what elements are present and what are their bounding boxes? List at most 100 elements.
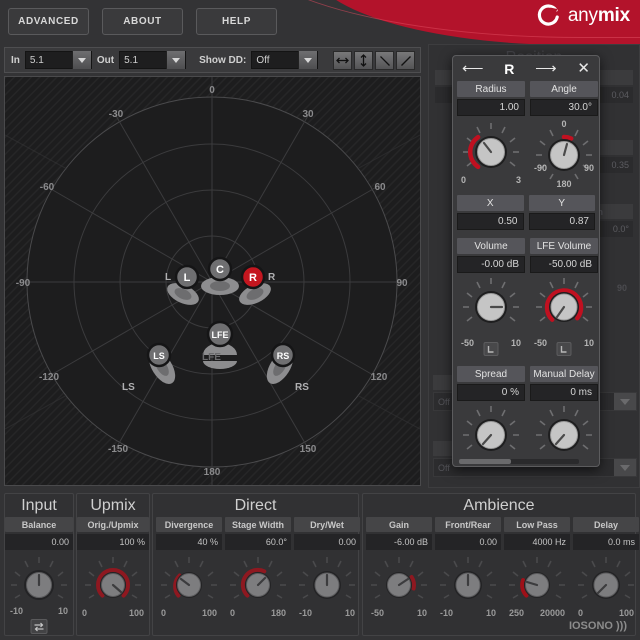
param-orig-upmix-knob[interactable]: 0 100: [77, 554, 149, 626]
speaker-handle-LS: LS: [148, 344, 170, 366]
param-dry-wet-knob[interactable]: -10 10: [294, 554, 360, 626]
advanced-button[interactable]: ADVANCED: [8, 8, 89, 35]
swap-icon[interactable]: [31, 619, 48, 634]
speaker-handle-RS: RS: [272, 344, 294, 366]
tick-150: 150: [300, 444, 317, 455]
group-input: Input Balance 0.00: [4, 493, 74, 636]
param-x-label: X: [457, 195, 524, 211]
param-x-value[interactable]: 0.50: [457, 213, 524, 230]
diagonal-up-arrow-icon[interactable]: [396, 51, 415, 70]
tick-minus120: -120: [39, 372, 59, 383]
param-front-rear-knob[interactable]: -10 10: [435, 554, 501, 626]
tick-120: 120: [371, 372, 388, 383]
svg-text:RS: RS: [277, 351, 290, 361]
show-dd-select[interactable]: Off: [251, 51, 318, 69]
top-button-bar: ADVANCED ABOUT HELP: [8, 8, 277, 35]
param-stage-width-value[interactable]: 60.0°: [225, 534, 291, 550]
param-spread: Spread 0 %: [457, 366, 525, 467]
param-balance-label: Balance: [5, 517, 73, 532]
param-lfe-volume-value[interactable]: -50.00 dB: [530, 256, 598, 273]
output-format-select[interactable]: 5.1: [119, 51, 186, 69]
diagonal-down-arrow-icon[interactable]: [375, 51, 394, 70]
speaker-caption-LS: LS: [122, 382, 135, 393]
param-manual-delay-knob[interactable]: 0 250: [530, 402, 598, 467]
param-radius-value[interactable]: 1.00: [457, 99, 525, 116]
param-spread-value[interactable]: 0 %: [457, 384, 525, 401]
param-y-value[interactable]: 0.87: [529, 213, 596, 230]
radial-plot[interactable]: 0 -30 30 -60 60 -90 90 -120 120 -150 150…: [5, 77, 420, 485]
chevron-down-icon: [614, 393, 636, 410]
param-divergence-value[interactable]: 40 %: [156, 534, 222, 550]
param-stage-width-max: 180: [271, 608, 286, 618]
chevron-down-icon[interactable]: [298, 51, 317, 69]
about-button[interactable]: ABOUT: [102, 8, 183, 35]
param-lfe-volume-knob[interactable]: -50 10: [530, 274, 598, 350]
param-orig-upmix-value[interactable]: 100 %: [77, 534, 149, 550]
param-low-pass-value[interactable]: 4000 Hz: [504, 534, 570, 550]
param-spread-range: 0 100: [457, 466, 525, 467]
param-lfe-volume-link-button[interactable]: [557, 342, 572, 356]
svg-text:LFE: LFE: [212, 330, 229, 340]
param-divergence-knob[interactable]: 0 100: [156, 554, 222, 626]
svg-text:LS: LS: [153, 351, 165, 361]
param-spread-max: 100: [506, 466, 521, 467]
param-spread-knob[interactable]: 0 100: [457, 402, 525, 467]
param-angle-value[interactable]: 30.0°: [530, 99, 598, 116]
param-dry-wet-label: Dry/Wet: [294, 517, 360, 532]
param-dry-wet-max: 10: [345, 608, 355, 618]
param-stage-width-knob[interactable]: 0 180: [225, 554, 291, 626]
param-stage-width-range: 0 180: [225, 608, 291, 618]
param-low-pass-range: 250 20000: [504, 608, 570, 618]
arrow-left-icon[interactable]: ⟵: [462, 61, 484, 76]
param-volume-link-button[interactable]: [484, 342, 499, 356]
param-radius-knob[interactable]: 0 3: [457, 117, 525, 193]
param-delay-value[interactable]: 0.0 ms: [573, 534, 639, 550]
tick-minus60: -60: [40, 182, 55, 193]
arrow-right-icon[interactable]: ⟶: [535, 61, 557, 76]
param-manual-delay-range: 0 250: [530, 466, 598, 467]
param-divergence-max: 100: [202, 608, 217, 618]
input-format-value: 5.1: [26, 55, 72, 66]
param-stage-width-label: Stage Width: [225, 517, 291, 532]
horizontal-arrow-icon[interactable]: [333, 51, 352, 70]
tick-0: 0: [209, 85, 215, 96]
param-gain-value[interactable]: -6.00 dB: [366, 534, 432, 550]
dialog-scrollbar[interactable]: [459, 459, 579, 464]
group-ambience-title: Ambience: [363, 494, 635, 517]
tick-minus30: -30: [109, 109, 124, 120]
param-front-rear-max: 10: [486, 608, 496, 618]
param-orig-upmix: Orig./Upmix 100 %: [77, 517, 149, 635]
param-balance-knob[interactable]: -10 10: [5, 554, 73, 626]
param-front-rear-range: -10 10: [435, 608, 501, 618]
speaker-parameter-dialog[interactable]: ⟵ R ⟶ ✕ Radius 1.00: [452, 55, 600, 467]
param-divergence-range: 0 100: [156, 608, 222, 618]
param-angle-knob[interactable]: 0: [530, 117, 598, 193]
param-gain-knob[interactable]: -50 10: [366, 554, 432, 626]
param-manual-delay-value[interactable]: 0 ms: [530, 384, 598, 401]
help-button[interactable]: HELP: [196, 8, 277, 35]
chevron-down-icon[interactable]: [166, 51, 185, 69]
param-front-rear-value[interactable]: 0.00: [435, 534, 501, 550]
bottom-control-panel: Input Balance 0.00: [0, 489, 640, 640]
param-balance-max: 10: [58, 606, 68, 616]
speaker-layout-radial-view[interactable]: 0 -30 30 -60 60 -90 90 -120 120 -150 150…: [4, 76, 421, 486]
param-delay-knob[interactable]: 0 100: [573, 554, 639, 626]
group-direct: Direct Divergence 40 %: [152, 493, 359, 636]
param-volume-knob[interactable]: -50 10: [457, 274, 525, 350]
anymix-logo: anymix: [537, 4, 630, 28]
param-low-pass-knob[interactable]: 250 20000: [504, 554, 570, 626]
chevron-down-icon: [614, 459, 636, 476]
param-volume-value[interactable]: -0.00 dB: [457, 256, 525, 273]
close-icon[interactable]: ✕: [577, 61, 590, 76]
chevron-down-icon[interactable]: [72, 51, 91, 69]
param-y-label: Y: [529, 195, 596, 211]
input-format-select[interactable]: 5.1: [25, 51, 92, 69]
param-balance-value[interactable]: 0.00: [5, 534, 73, 550]
output-format-label: Out: [97, 55, 114, 66]
param-delay-label: Delay: [573, 517, 639, 532]
tick-90: 90: [396, 278, 408, 289]
param-radius-label: Radius: [457, 81, 525, 97]
param-dry-wet-value[interactable]: 0.00: [294, 534, 360, 550]
vertical-arrow-icon[interactable]: [354, 51, 373, 70]
param-manual-delay-max: 250: [579, 466, 594, 467]
